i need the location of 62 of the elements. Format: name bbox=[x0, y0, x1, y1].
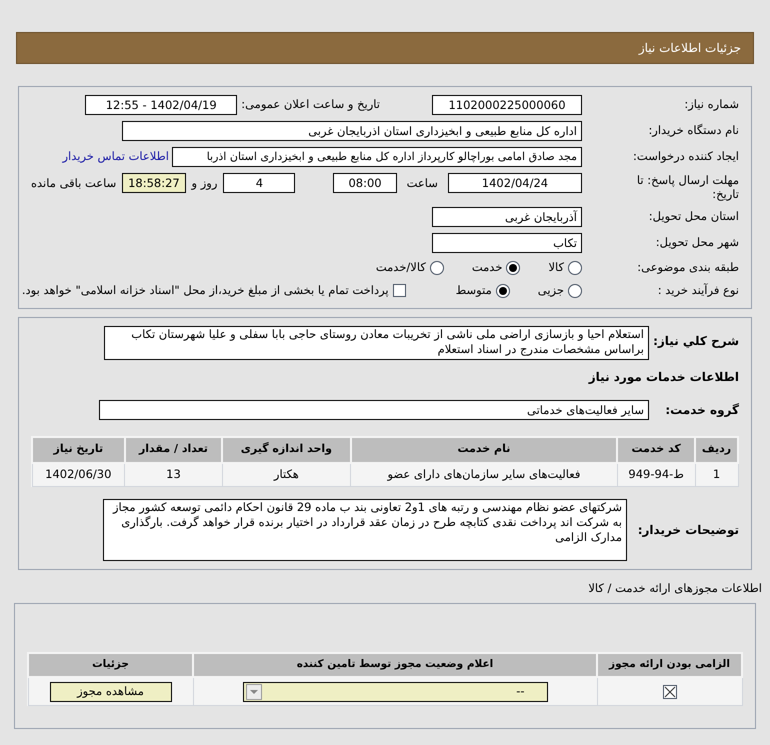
text-field[interactable]: 1102000225000060 bbox=[432, 95, 582, 115]
section-title: اطلاعات خدمات مورد نیاز bbox=[587, 368, 739, 386]
text-field[interactable]: 1402/04/24 bbox=[448, 173, 582, 193]
column-header: تاریخ نیاز bbox=[32, 436, 125, 462]
table-cell: فعالیت‌های سایر سازمان‌های دارای عضو bbox=[350, 462, 618, 486]
radio-button[interactable] bbox=[568, 260, 582, 275]
field-label: نوع فرآیند خرید : bbox=[656, 282, 739, 300]
radio-label: جزیی bbox=[538, 282, 564, 300]
field-label: ساعت bbox=[406, 175, 438, 192]
text-field[interactable]: تکاب bbox=[432, 233, 582, 253]
field-label: استان محل تحویل: bbox=[648, 208, 739, 226]
radio-button[interactable] bbox=[568, 284, 582, 298]
notes-box: شرکتهای عضو نظام مهندسی و رتبه های 1و2 تعاونی بند ب ماده 29 قانون احکام دائمی توسعه کشور مجاز به شرکت اند پرداخت نقدی کتابچه طرح در زمان عقد قرارداد در اختیار برنده قرار خواهد گرفت. بارگذاری مدارک الزامی bbox=[103, 499, 627, 561]
radio-label: کالا/خدمت bbox=[376, 259, 426, 276]
field-label: طبقه بندی موضوعی: bbox=[636, 259, 739, 276]
text-field[interactable]: 18:58:27 bbox=[122, 173, 186, 193]
radio-label: کالا bbox=[548, 259, 564, 276]
table-cell: 13 bbox=[124, 462, 222, 486]
text-field[interactable]: سایر فعالیت‌های خدماتی bbox=[99, 400, 649, 420]
field-label: تاریخ و ساعت اعلان عمومی: bbox=[241, 96, 380, 114]
view-license-button[interactable]: مشاهده مجوز bbox=[50, 682, 172, 702]
column-header: نام خدمت bbox=[350, 436, 618, 462]
column-header: واحد اندازه گیری bbox=[222, 436, 351, 462]
column-header: اعلام وضعیت مجوز توسط تامین کننده bbox=[193, 653, 597, 678]
text-field[interactable]: 1402/04/19 - 12:55 bbox=[85, 95, 238, 115]
radio-button[interactable] bbox=[506, 260, 520, 275]
field-label: شرح کلي نياز: bbox=[652, 332, 739, 350]
field-label: ساعت باقی مانده bbox=[30, 175, 116, 192]
field-label: ایجاد کننده درخواست: bbox=[632, 148, 739, 166]
status-dropdown[interactable]: -- bbox=[242, 682, 548, 702]
column-header: کد خدمت bbox=[617, 436, 696, 462]
section-title: اطلاعات مجوزهای ارائه خدمت / کالا bbox=[588, 581, 762, 595]
column-header: ردیف bbox=[695, 436, 738, 462]
table-cell: 1 bbox=[695, 462, 738, 486]
table-cell: هکتار bbox=[222, 462, 351, 486]
column-header: تعداد / مقدار bbox=[124, 436, 222, 462]
column-header: جزئیات bbox=[28, 653, 193, 678]
table-cell: ط-94-949 bbox=[617, 462, 696, 486]
text-field[interactable]: آذربایجان غربی bbox=[432, 207, 582, 227]
field-label: روز و bbox=[192, 175, 218, 192]
buyer-contact-link[interactable]: اطلاعات تماس خریدار bbox=[62, 148, 169, 166]
column-header: الزامی بودن ارائه مجوز bbox=[597, 653, 742, 678]
field-label: مهلت ارسال پاسخ: تا تاریخ: bbox=[636, 173, 739, 201]
field-label: شماره نیاز: bbox=[683, 96, 739, 114]
table-cell: 1402/06/30 bbox=[32, 462, 125, 486]
description-box: استعلام احیا و بازسازی اراضی ملی ناشی از تخریبات معادن روستای حاجی بابا سفلی و علیا شهرستان تکاب براساس مشخصات مندرج در اسناد استعلام bbox=[104, 326, 649, 360]
field-label: شهر محل تحویل: bbox=[654, 234, 739, 252]
field-label: توضیحات خریدار: bbox=[636, 522, 739, 539]
field-label: نام دستگاه خریدار: bbox=[647, 122, 739, 140]
text-field[interactable]: 4 bbox=[223, 173, 296, 193]
checkbox-label: پرداخت تمام یا بخشی از مبلغ خرید،از محل "اسناد خزانه اسلامی" خواهد بود. bbox=[22, 282, 389, 300]
radio-label: متوسط bbox=[456, 282, 492, 300]
checkbox[interactable] bbox=[392, 284, 406, 298]
page-title: جزئیات اطلاعات نیاز bbox=[638, 40, 741, 57]
radio-label: خدمت bbox=[472, 259, 502, 276]
text-field[interactable]: مجد صادق امامی بوراچالو کارپرداز اداره کل منابع طبیعی و ابخیزداری استان اذربا bbox=[172, 147, 582, 167]
radio-button[interactable] bbox=[496, 284, 510, 298]
radio-button[interactable] bbox=[430, 260, 444, 275]
text-field[interactable]: اداره کل منابع طبیعی و ابخیزداری استان اذربایجان غربی bbox=[122, 121, 582, 141]
caret-down-icon bbox=[246, 684, 262, 700]
field-label: گروه خدمت: bbox=[664, 402, 739, 418]
text-field[interactable]: 08:00 bbox=[333, 173, 397, 193]
